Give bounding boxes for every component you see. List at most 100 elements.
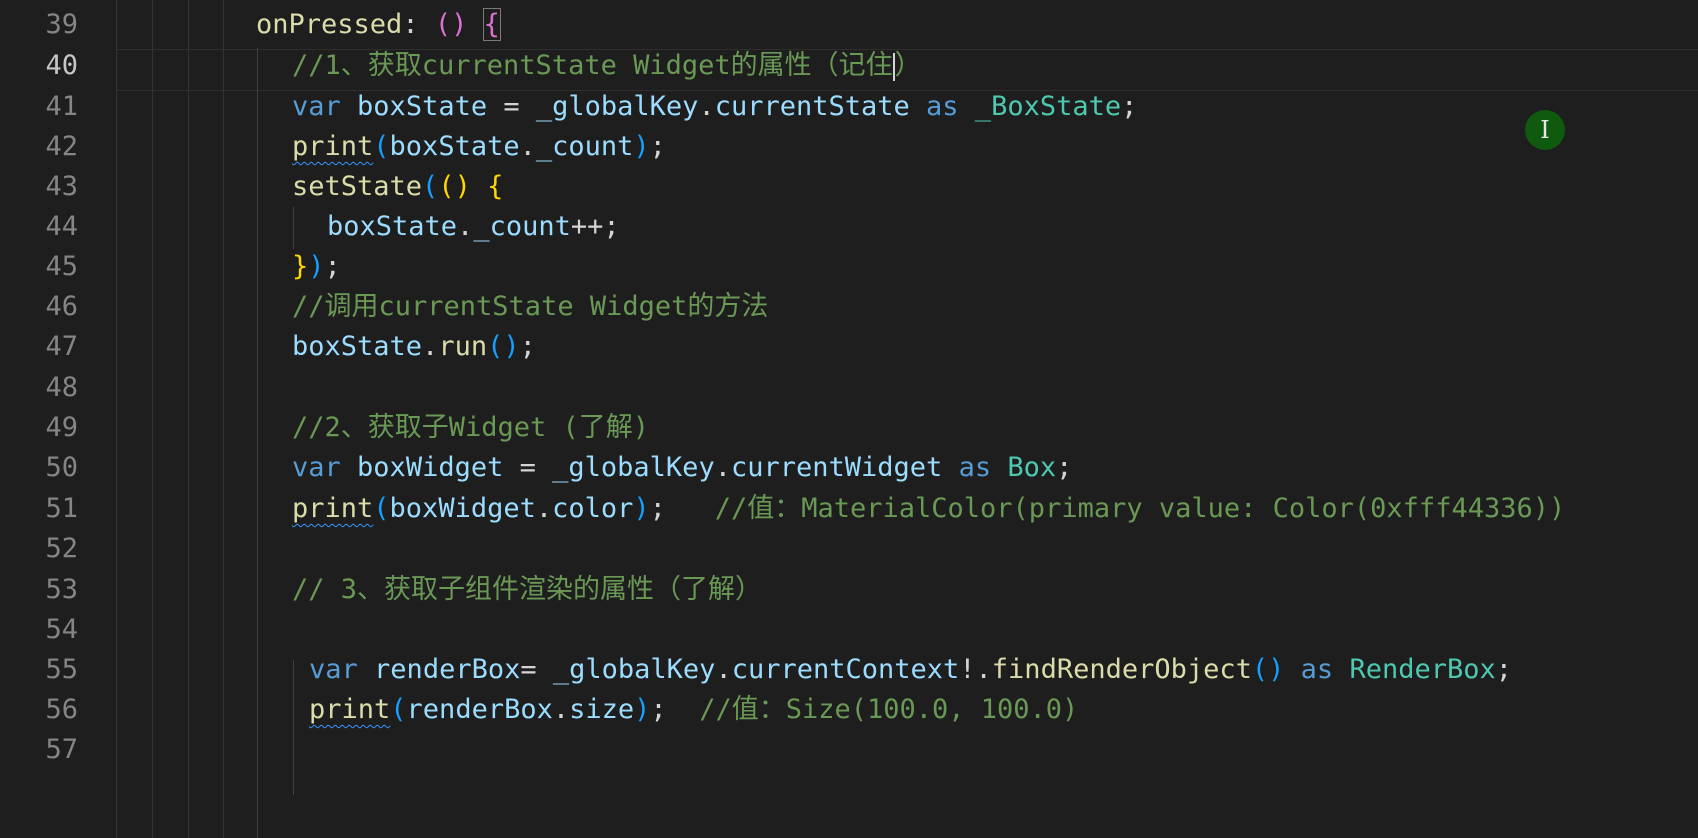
token-property: color	[552, 493, 634, 524]
token-variable: _globalKey	[535, 91, 699, 122]
token-bracket: )	[634, 694, 651, 725]
token-punct: .	[457, 211, 474, 242]
token-variable: renderBox	[406, 694, 553, 725]
code-line-55[interactable]: var renderBox= _globalKey.currentContext…	[309, 648, 1512, 692]
token-bracket: )	[308, 251, 325, 282]
token-bracket: )	[451, 9, 468, 40]
token-comment: // 3、获取子组件渲染的属性（了解）	[292, 574, 763, 605]
indent-guide	[223, 0, 224, 838]
token-keyword: var	[309, 654, 358, 685]
token-function: onPressed	[256, 9, 403, 40]
token-punct: :	[402, 9, 435, 40]
token-punct: .	[714, 452, 731, 483]
line-number-gutter: 39 40 41 42 43 44 45 46 47 48 49 50 51 5…	[0, 0, 100, 838]
token-comment: //调用currentState Widget的方法	[292, 291, 769, 322]
token-keyword: as	[926, 91, 959, 122]
line-number: 51	[45, 493, 78, 524]
line-number: 45	[45, 251, 78, 282]
code-line-42[interactable]: print(boxState._count);	[292, 125, 666, 169]
token-bracket: (	[373, 131, 390, 162]
line-number: 41	[45, 91, 78, 122]
code-line-56[interactable]: print(renderBox.size); //值：Size(100.0, 1…	[309, 688, 1078, 732]
code-line-53[interactable]: // 3、获取子组件渲染的属性（了解）	[292, 568, 762, 612]
line-number: 49	[45, 412, 78, 443]
code-line-45[interactable]: });	[292, 245, 341, 289]
token-property: _count	[473, 211, 571, 242]
token-punct: ;	[650, 694, 667, 725]
token-variable: boxWidget	[389, 493, 536, 524]
token-operator: =	[503, 452, 553, 483]
token-variable: boxState	[292, 331, 423, 362]
line-number: 50	[45, 452, 78, 483]
line-number: 46	[45, 291, 78, 322]
line-number: 42	[45, 131, 78, 162]
token-punct: .	[698, 91, 715, 122]
code-line-46[interactable]: //调用currentState Widget的方法	[292, 285, 768, 329]
token-bracket: (	[390, 694, 407, 725]
code-line-44[interactable]: boxState._count++;	[327, 205, 620, 249]
token-punct: ;	[1056, 452, 1073, 483]
token-comment: //2、获取子Widget (了解)	[292, 412, 650, 443]
token-function: findRenderObject	[991, 654, 1252, 685]
token-punct: .	[519, 131, 536, 162]
i-beam-cursor-icon: I	[1525, 110, 1565, 150]
line-number: 47	[45, 331, 78, 362]
token-bracket-matched: {	[482, 8, 501, 41]
token-punct: ;	[649, 493, 666, 524]
token-comment: //值：MaterialColor(primary value: Color(0…	[714, 493, 1566, 524]
token-property: size	[569, 694, 635, 725]
line-number: 54	[45, 614, 78, 645]
token-function: print	[292, 131, 374, 162]
token-property: currentContext	[731, 654, 960, 685]
token-bracket: {	[487, 171, 504, 202]
code-line-47[interactable]: boxState.run();	[292, 325, 536, 369]
code-line-51[interactable]: print(boxWidget.color); //值：MaterialColo…	[292, 487, 1565, 531]
line-number: 56	[45, 694, 78, 725]
token-bracket: )	[633, 131, 650, 162]
code-line-39[interactable]: onPressed: () {	[256, 3, 501, 47]
token-function: print	[292, 493, 374, 524]
code-line-50[interactable]: var boxWidget = _globalKey.currentWidget…	[292, 446, 1072, 490]
token-keyword: var	[292, 91, 341, 122]
token-bracket: ()	[1251, 654, 1285, 685]
token-bracket: (	[422, 171, 439, 202]
token-punct: ;	[649, 131, 666, 162]
token-bracket: (	[373, 493, 390, 524]
token-punct: .	[552, 694, 570, 725]
line-number: 43	[45, 171, 78, 202]
code-line-40[interactable]: //1、获取currentState Widget的属性（记住）	[292, 44, 922, 88]
token-property: _count	[535, 131, 634, 162]
token-punct: ;	[1121, 91, 1138, 122]
token-variable: _globalKey	[552, 452, 715, 483]
code-line-43[interactable]: setState(() {	[292, 165, 503, 209]
token-bracket: }	[292, 251, 309, 282]
code-editor[interactable]: 39 40 41 42 43 44 45 46 47 48 49 50 51 5…	[0, 0, 1698, 838]
token-type: Box	[1007, 452, 1057, 483]
token-punct: ;	[1495, 654, 1513, 685]
indent-guide-active	[257, 48, 258, 838]
token-comment: //1、获取currentState Widget的属性（记住	[292, 50, 893, 81]
line-number: 53	[45, 574, 78, 605]
token-type: _BoxState	[974, 91, 1122, 122]
token-property: currentState	[714, 91, 910, 122]
token-variable: boxWidget	[357, 452, 504, 483]
token-bracket: ()	[487, 331, 520, 362]
code-line-49[interactable]: //2、获取子Widget (了解)	[292, 406, 649, 450]
token-keyword: as	[1300, 654, 1334, 685]
code-line-41[interactable]: var boxState = _globalKey.currentState a…	[292, 85, 1137, 129]
indent-guide	[293, 660, 294, 795]
token-variable: _globalKey	[552, 654, 716, 685]
line-number: 39	[45, 9, 78, 40]
line-number: 52	[45, 533, 78, 564]
